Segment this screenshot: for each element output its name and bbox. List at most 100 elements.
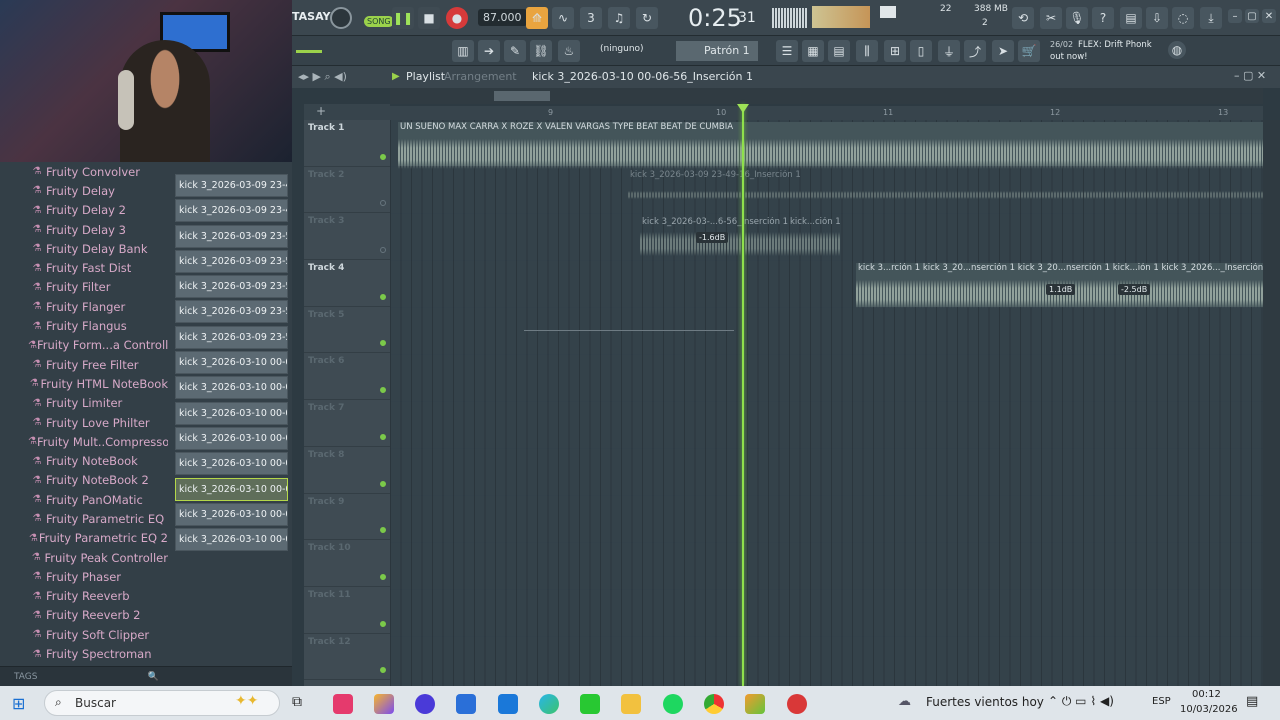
minimize-icon[interactable]: – bbox=[1228, 9, 1242, 23]
track-mute-led[interactable] bbox=[380, 433, 386, 440]
clip-track2[interactable]: kick 3_2026-03-09 23-49-16_Inserción 1 bbox=[628, 170, 1263, 210]
plugin-item[interactable]: ⚗ Fruity Mult..Compressor bbox=[28, 432, 168, 451]
close-icon[interactable]: ✕ bbox=[1262, 9, 1276, 23]
track-mute-led[interactable] bbox=[380, 620, 386, 627]
plugin-icon[interactable]: ⏚ bbox=[938, 40, 960, 62]
playlist-nav-icon[interactable]: ◂▸ ▶ ⌕ ◀) bbox=[298, 70, 347, 84]
scroll-thumb[interactable] bbox=[494, 91, 550, 101]
playlist-grid[interactable]: UN SUEÑO MAX CARRA X ROZE X VALEN VARGAS… bbox=[390, 120, 1263, 686]
app-icon-tiktok[interactable] bbox=[333, 694, 353, 714]
plugin-item[interactable]: ⚗ Fruity Free Filter bbox=[28, 355, 168, 374]
piano-roll-icon[interactable]: ▥ bbox=[452, 40, 474, 62]
tag-search-icon[interactable]: 🔍 bbox=[147, 672, 158, 682]
recording-file-item[interactable]: kick 3_2026-03-10 00-00... bbox=[175, 351, 288, 375]
plugin-item[interactable]: ⚗ Fruity Convolver bbox=[28, 162, 168, 181]
master-knob-icon[interactable] bbox=[330, 7, 352, 29]
clip-track3[interactable]: kick 3_2026-03-...6-56_Inserción 1 kick.… bbox=[640, 217, 841, 257]
plugin-item[interactable]: ⚗ Fruity Soft Clipper bbox=[28, 625, 168, 644]
track-header[interactable]: Track 10 bbox=[304, 540, 390, 587]
track-mute-led[interactable] bbox=[380, 527, 386, 534]
recording-file-item[interactable]: kick 3_2026-03-09 23-56... bbox=[175, 249, 288, 273]
track-mute-led[interactable] bbox=[380, 573, 386, 580]
step-seq-icon[interactable]: ▤ bbox=[828, 40, 850, 62]
countdown-icon[interactable]: 3 bbox=[580, 7, 602, 29]
tray-icons[interactable]: ⌃ ⏻ ▭ ⌇ ◀) bbox=[1048, 694, 1114, 709]
play-icon[interactable]: ▶ bbox=[392, 71, 400, 82]
track-mute-led[interactable] bbox=[380, 667, 386, 674]
tempo-display[interactable]: 87.000 bbox=[478, 9, 527, 26]
track-header[interactable]: Track 5 bbox=[304, 307, 390, 354]
timeline-ruler[interactable]: 9 10 11 12 13 bbox=[390, 106, 1263, 120]
plugin-item[interactable]: ⚗ Fruity Reeverb bbox=[28, 587, 168, 606]
download-icon[interactable]: ⤓ bbox=[1200, 7, 1222, 29]
file-icon[interactable]: ▯ bbox=[910, 40, 932, 62]
mic-icon[interactable]: 🎙 bbox=[1066, 7, 1088, 29]
plugin-item[interactable]: ⚗ Fruity Spectroman bbox=[28, 644, 168, 663]
playlist-icon[interactable]: ☰ bbox=[776, 40, 798, 62]
recording-file-item[interactable]: kick 3_2026-03-09 23-57... bbox=[175, 300, 288, 324]
help-icon[interactable]: ? bbox=[1092, 7, 1114, 29]
app-icon-kick[interactable] bbox=[580, 694, 600, 714]
plugin-item[interactable]: ⚗ Fruity Reeverb 2 bbox=[28, 606, 168, 625]
clock-time[interactable]: 00:12 bbox=[1192, 689, 1221, 700]
plugin-item[interactable]: ⚗ Fruity Flanger bbox=[28, 297, 168, 316]
app-icon-copilot[interactable] bbox=[374, 694, 394, 714]
song-mode-toggle[interactable]: SONG bbox=[364, 16, 394, 27]
plugin-item[interactable]: ⚗ Fruity Form...a Controller bbox=[28, 336, 168, 355]
track-header[interactable]: Track 4 bbox=[304, 260, 390, 307]
track-header[interactable]: Track 1 bbox=[304, 120, 390, 167]
plugin-item[interactable]: ⚗ Fruity NoteBook bbox=[28, 451, 168, 470]
plugin-item[interactable]: ⚗ Fruity Delay 3 bbox=[28, 220, 168, 239]
playlist-window-controls[interactable]: – ▢ ✕ bbox=[1234, 69, 1266, 82]
plugin-item[interactable]: ⚗ Fruity Parametric EQ 2 bbox=[28, 529, 168, 548]
app-icon-obs[interactable] bbox=[415, 694, 435, 714]
weather-text[interactable]: Fuertes vientos hoy bbox=[926, 695, 1044, 709]
plugin-item[interactable]: ⚗ Fruity PanOMatic bbox=[28, 490, 168, 509]
recording-file-item[interactable]: kick 3_2026-03-10 00-04... bbox=[175, 376, 288, 400]
track-header[interactable]: Track 9 bbox=[304, 494, 390, 541]
plugin-item[interactable]: ⚗ Fruity Delay 2 bbox=[28, 201, 168, 220]
arrow-icon[interactable]: ➔ bbox=[478, 40, 500, 62]
stop-icon[interactable]: ■ bbox=[418, 7, 440, 29]
track-header[interactable]: Track 12 bbox=[304, 634, 390, 681]
recording-file-item[interactable]: kick 3_2026-03-09 23-57... bbox=[175, 275, 288, 299]
globe-icon[interactable]: ◍ bbox=[1168, 41, 1186, 59]
plugin-item[interactable]: ⚗ Fruity NoteBook 2 bbox=[28, 471, 168, 490]
track-header[interactable]: Track 6 bbox=[304, 353, 390, 401]
plugin-item[interactable]: ⚗ Fruity Phaser bbox=[28, 567, 168, 586]
recording-file-item[interactable]: kick 3_2026-03-10 00-05... bbox=[175, 452, 288, 476]
track-mute-led[interactable] bbox=[380, 153, 386, 160]
undo-icon[interactable]: ⟲ bbox=[1012, 7, 1034, 29]
pattern-select[interactable]: Patrón 1 bbox=[676, 41, 758, 61]
brush-icon[interactable]: ✎ bbox=[504, 40, 526, 62]
snap-select[interactable]: (ninguno) bbox=[600, 44, 644, 54]
playhead-marker[interactable] bbox=[737, 104, 749, 113]
track-header[interactable]: Track 11 bbox=[304, 587, 390, 634]
recording-file-item[interactable]: kick 3_2026-03-09 23-58... bbox=[175, 325, 288, 349]
windows-start-icon[interactable]: ⊞ bbox=[12, 694, 25, 713]
time-display[interactable]: 0:25 bbox=[688, 4, 742, 32]
plugin-item[interactable]: ⚗ Fruity Fast Dist bbox=[28, 258, 168, 277]
recording-file-item[interactable]: kick 3_2026-03-10 00-04... bbox=[175, 401, 288, 425]
tempo-tap-icon[interactable]: ⤴ bbox=[964, 40, 986, 62]
track-mute-led[interactable] bbox=[380, 340, 386, 347]
plugin-item[interactable]: ⚗ Fruity Love Philter bbox=[28, 413, 168, 432]
time-scrollbar[interactable] bbox=[390, 88, 1263, 104]
playhead[interactable] bbox=[742, 104, 744, 686]
plugin-item[interactable]: ⚗ Fruity Peak Controller bbox=[28, 548, 168, 567]
track-mute-led[interactable] bbox=[380, 200, 386, 207]
maximize-icon[interactable]: ▢ bbox=[1245, 9, 1259, 23]
recording-file-item[interactable]: kick 3_2026-03-09 23-49... bbox=[175, 199, 288, 223]
app-icon-recorder[interactable] bbox=[787, 694, 807, 714]
app-icon-chrome[interactable] bbox=[704, 694, 724, 714]
app-icon-spotify[interactable] bbox=[663, 694, 683, 714]
recording-file-item[interactable]: kick 3_2026-03-10 00-05... bbox=[175, 426, 288, 450]
track-header[interactable]: Track 7 bbox=[304, 400, 390, 447]
plugin-item[interactable]: ⚗ Fruity Parametric EQ bbox=[28, 509, 168, 528]
link-icon[interactable]: ⛓ bbox=[530, 40, 552, 62]
taskbar-search[interactable]: ⌕ Buscar ✦✦ bbox=[44, 690, 280, 716]
cut-icon[interactable]: ✂ bbox=[1040, 7, 1062, 29]
wait-record-icon[interactable]: ∿ bbox=[552, 7, 574, 29]
notification-icon[interactable]: ▤ bbox=[1246, 694, 1258, 709]
plugin-item[interactable]: ⚗ Fruity Limiter bbox=[28, 394, 168, 413]
